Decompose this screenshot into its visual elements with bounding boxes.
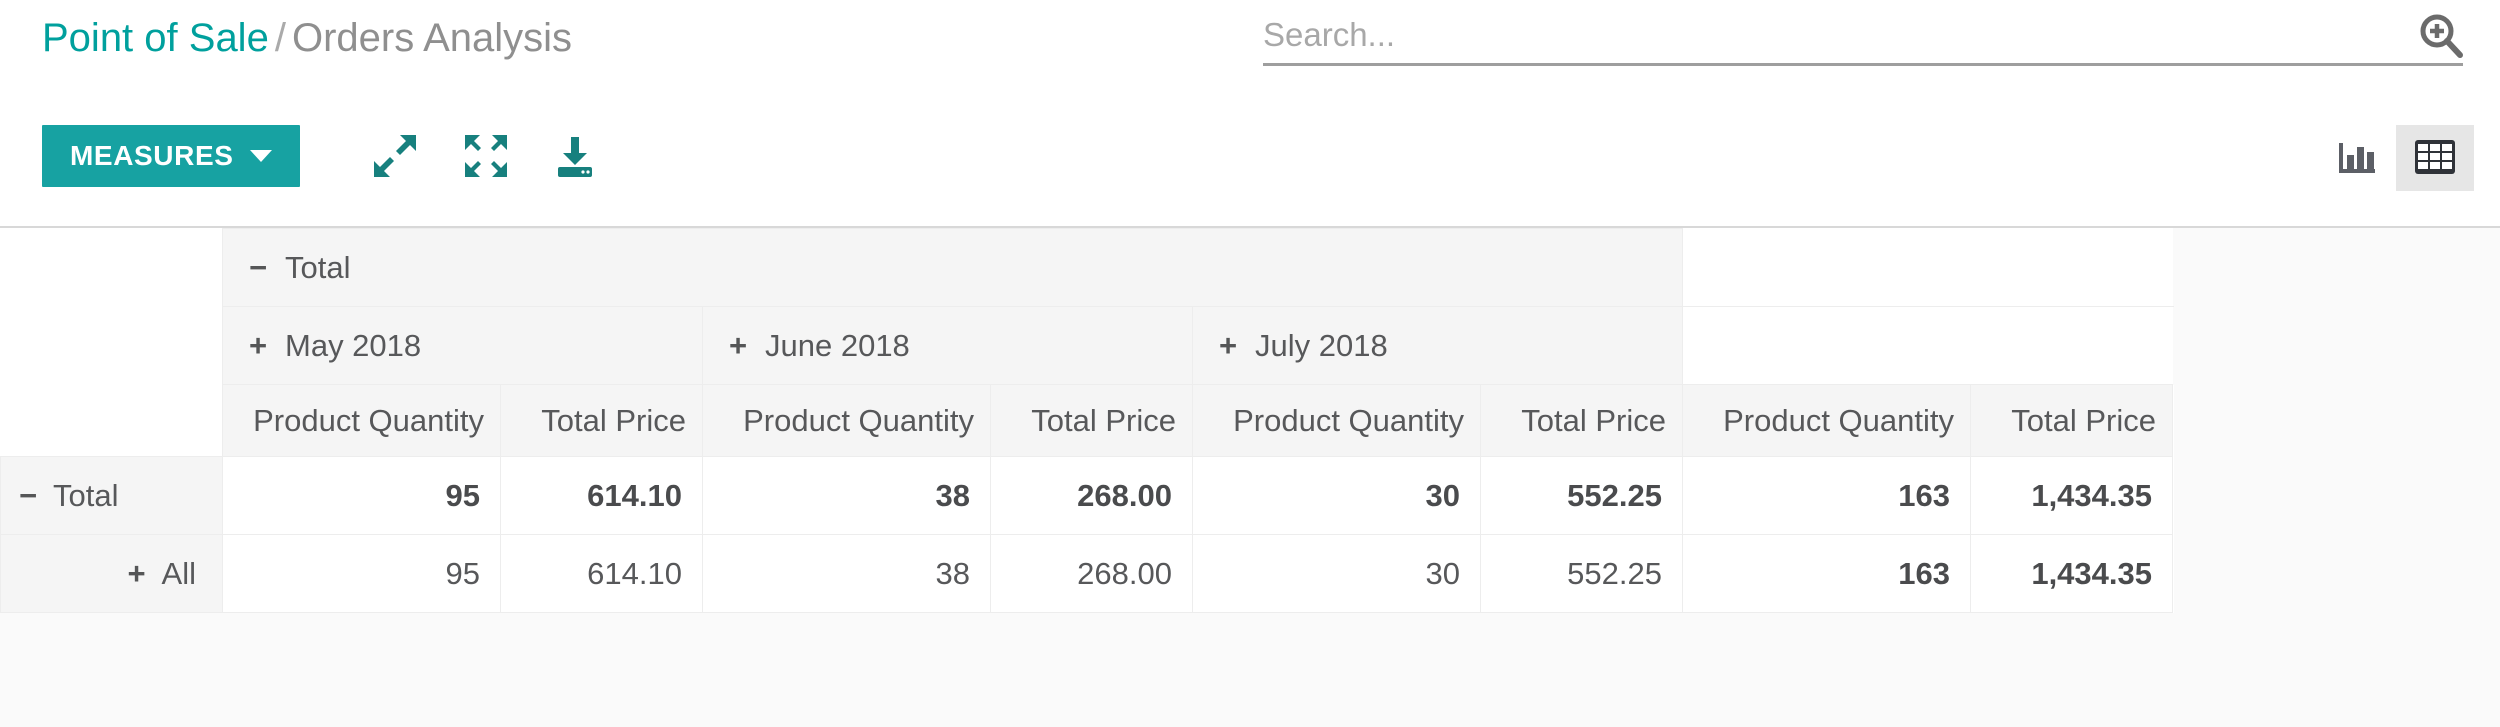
cell-total-product-quantity[interactable]: 163	[1682, 456, 1971, 535]
measure-header-total-price[interactable]: Total Price	[500, 384, 703, 457]
measures-button[interactable]: MEASURES	[42, 125, 300, 187]
row-header-label: Total	[53, 477, 119, 513]
table-grid-icon	[2414, 139, 2456, 178]
cell-may-total-price[interactable]: 614.10	[500, 456, 703, 535]
col-group-spacer	[1682, 228, 2173, 307]
measure-header-product-quantity[interactable]: Product Quantity	[702, 384, 991, 457]
expand-arrows-icon[interactable]	[372, 133, 418, 179]
cell-july-total-price[interactable]: 552.25	[1480, 534, 1683, 613]
breadcrumb-item-orders-analysis: Orders Analysis	[291, 16, 573, 60]
pivot-header-group-row: − Total	[0, 228, 2173, 457]
control-panel: Point of Sale/Orders Analysis MEASURES	[0, 0, 2500, 228]
graph-view-button[interactable]	[2318, 125, 2396, 191]
cell-june-product-quantity[interactable]: 38	[702, 534, 991, 613]
cell-may-product-quantity[interactable]: 95	[222, 456, 501, 535]
row-header-label: All	[161, 555, 196, 591]
measure-header-product-quantity-total[interactable]: Product Quantity	[1682, 384, 1971, 457]
pivot-header-month-row: + May 2018 + June 2018 + July 2018	[1, 306, 2173, 385]
bar-chart-icon	[2335, 135, 2379, 182]
expand-toggle-icon: +	[127, 555, 146, 591]
pivot-table: − Total + May 2018 + June 2018 + July 2018 P…	[0, 228, 2173, 613]
expand-toggle-icon: +	[1218, 327, 1238, 363]
cell-total-total-price[interactable]: 1,434.35	[1970, 534, 2173, 613]
pivot-view-button[interactable]	[2396, 125, 2474, 191]
collapse-toggle-icon: −	[18, 477, 38, 513]
download-icon[interactable]	[552, 133, 598, 179]
table-row: + All 95 614.10 38 268.00 30 552.25 163 1…	[0, 534, 2173, 613]
col-header-label: July 2018	[1255, 327, 1388, 363]
col-header-june-2018[interactable]: + June 2018	[702, 306, 1193, 385]
cell-total-product-quantity[interactable]: 163	[1682, 534, 1971, 613]
table-row: − Total 95 614.10 38 268.00 30 552.25 163…	[0, 456, 2173, 535]
measure-header-spacer	[2172, 384, 2173, 457]
row-spacer	[2172, 456, 2173, 535]
col-header-july-2018[interactable]: + July 2018	[1192, 306, 1683, 385]
measure-header-product-quantity[interactable]: Product Quantity	[1192, 384, 1481, 457]
expand-toggle-icon: +	[728, 327, 748, 363]
cell-july-product-quantity[interactable]: 30	[1192, 534, 1481, 613]
col-header-spacer	[1682, 306, 2173, 385]
row-header-total[interactable]: − Total	[0, 456, 223, 535]
col-header-label: May 2018	[285, 327, 422, 363]
pivot-tbody: − Total 95 614.10 38 268.00 30 552.25 163…	[0, 456, 2173, 613]
pivot-corner-cell	[0, 228, 223, 457]
pivot-table-container: − Total + May 2018 + June 2018 + July 2018 P…	[0, 228, 2500, 727]
breadcrumb-item-point-of-sale[interactable]: Point of Sale	[42, 16, 269, 60]
collapse-arrows-icon[interactable]	[463, 133, 509, 179]
cell-june-product-quantity[interactable]: 38	[702, 456, 991, 535]
measure-header-product-quantity[interactable]: Product Quantity	[222, 384, 501, 457]
measure-header-total-price[interactable]: Total Price	[1480, 384, 1683, 457]
pivot-toolbar: MEASURES	[0, 125, 2500, 197]
search-input[interactable]	[1263, 8, 2393, 62]
col-header-label: June 2018	[765, 327, 910, 363]
col-header-may-2018[interactable]: + May 2018	[222, 306, 703, 385]
expand-toggle-icon: +	[248, 327, 268, 363]
breadcrumb-separator: /	[274, 16, 286, 60]
pivot-header-measure-row: Product Quantity Total Price Product Qua…	[1, 384, 2173, 457]
cell-july-product-quantity[interactable]: 30	[1192, 456, 1481, 535]
cell-may-product-quantity[interactable]: 95	[222, 534, 501, 613]
collapse-toggle-icon: −	[248, 249, 268, 285]
breadcrumb: Point of Sale / Orders Analysis	[42, 14, 572, 62]
measures-button-label: MEASURES	[70, 140, 234, 171]
cell-total-total-price[interactable]: 1,434.35	[1970, 456, 2173, 535]
col-group-total-label: Total	[285, 249, 351, 285]
cell-may-total-price[interactable]: 614.10	[500, 534, 703, 613]
cell-july-total-price[interactable]: 552.25	[1480, 456, 1683, 535]
cell-june-total-price[interactable]: 268.00	[990, 534, 1193, 613]
row-header-all[interactable]: + All	[0, 534, 223, 613]
row-spacer	[2172, 534, 2173, 613]
measure-header-total-price[interactable]: Total Price	[990, 384, 1193, 457]
measure-header-total-price-total[interactable]: Total Price	[1970, 384, 2173, 457]
col-group-total[interactable]: − Total	[222, 228, 1683, 307]
search-plus-icon[interactable]	[2415, 10, 2467, 62]
pivot-thead: − Total + May 2018 + June 2018 + July 2018 P…	[0, 228, 2173, 457]
cell-june-total-price[interactable]: 268.00	[990, 456, 1193, 535]
chevron-down-icon	[249, 150, 272, 162]
search-bar	[1263, 8, 2463, 66]
view-switcher	[2318, 125, 2474, 191]
